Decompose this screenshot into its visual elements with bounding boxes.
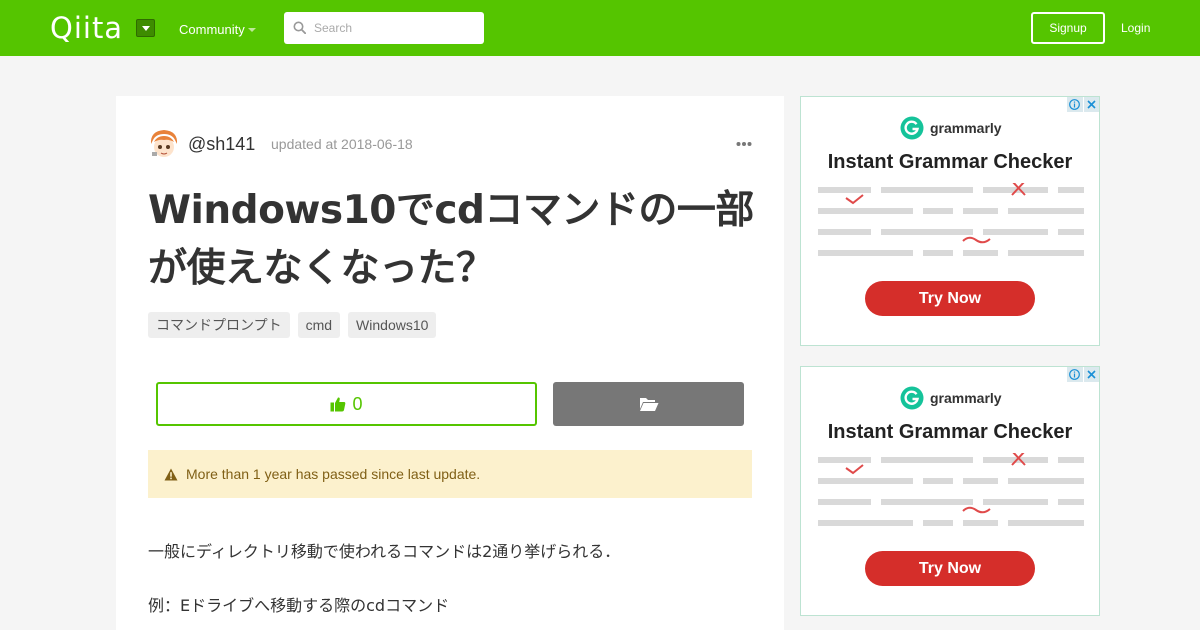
folder-open-icon bbox=[639, 398, 658, 411]
like-button[interactable]: 0 bbox=[156, 382, 537, 426]
top-navbar: Qiita Community Signup Login bbox=[0, 0, 1200, 56]
ad-logo: grammarly bbox=[900, 386, 1002, 410]
tag-item[interactable]: コマンドプロンプト bbox=[148, 312, 290, 338]
body-paragraph: 例：Eドライブへ移動する際のcdコマンド bbox=[148, 596, 450, 615]
more-options-icon[interactable] bbox=[736, 141, 752, 147]
try-now-button[interactable]: Try Now bbox=[865, 281, 1035, 316]
ad-brand: grammarly bbox=[930, 120, 1002, 136]
ad-info-icon[interactable] bbox=[1067, 367, 1083, 382]
qiita-logo[interactable]: Qiita bbox=[50, 12, 123, 44]
grammarly-g-icon bbox=[900, 386, 924, 410]
updated-date: updated at 2018-06-18 bbox=[271, 136, 413, 152]
signup-button[interactable]: Signup bbox=[1031, 12, 1105, 44]
outdated-notice: More than 1 year has passed since last u… bbox=[148, 450, 752, 498]
body-paragraph: 一般にディレクトリ移動で使われるコマンドは2通り挙げられる． bbox=[148, 542, 621, 561]
text-lines-illustration bbox=[818, 453, 1084, 526]
article-title: Windows10でcdコマンドの一部が使えなくなった？ bbox=[148, 188, 754, 291]
login-link[interactable]: Login bbox=[1121, 20, 1150, 36]
author-name[interactable]: @sh141 bbox=[188, 133, 255, 155]
ad-controls bbox=[1067, 97, 1099, 112]
community-menu[interactable]: Community bbox=[179, 22, 245, 38]
tag-item[interactable]: cmd bbox=[297, 312, 341, 338]
ad-brand: grammarly bbox=[930, 390, 1002, 406]
ad-close-icon[interactable] bbox=[1083, 367, 1099, 382]
try-now-button[interactable]: Try Now bbox=[865, 551, 1035, 586]
tag-item[interactable]: Windows10 bbox=[348, 312, 437, 338]
avatar[interactable] bbox=[148, 128, 180, 160]
search-box bbox=[284, 12, 484, 44]
warning-icon bbox=[164, 468, 178, 480]
stock-button[interactable] bbox=[553, 382, 744, 426]
ad-controls bbox=[1067, 367, 1099, 382]
tag-list: コマンドプロンプト cmd Windows10 bbox=[148, 312, 437, 338]
notice-text: More than 1 year has passed since last u… bbox=[186, 466, 481, 482]
ad-close-icon[interactable] bbox=[1083, 97, 1099, 112]
caret-down-icon[interactable] bbox=[248, 28, 256, 32]
chevron-down-icon[interactable] bbox=[136, 19, 155, 37]
thumbs-up-icon bbox=[330, 397, 346, 412]
ad-headline: Instant Grammar Checker bbox=[827, 421, 1073, 443]
like-count: 0 bbox=[352, 393, 363, 414]
advertisement[interactable]: grammarly Instant Grammar Checker Try No… bbox=[800, 366, 1100, 616]
advertisement[interactable]: grammarly Instant Grammar Checker Try No… bbox=[800, 96, 1100, 346]
ad-headline: Instant Grammar Checker bbox=[827, 151, 1073, 173]
article-card: @sh141 updated at 2018-06-18 Windows10でc… bbox=[116, 96, 784, 630]
text-lines-illustration bbox=[818, 183, 1084, 256]
ad-info-icon[interactable] bbox=[1067, 97, 1083, 112]
grammarly-g-icon bbox=[900, 116, 924, 140]
ad-logo: grammarly bbox=[900, 116, 1002, 140]
search-input[interactable] bbox=[314, 12, 479, 44]
search-icon bbox=[293, 21, 306, 34]
